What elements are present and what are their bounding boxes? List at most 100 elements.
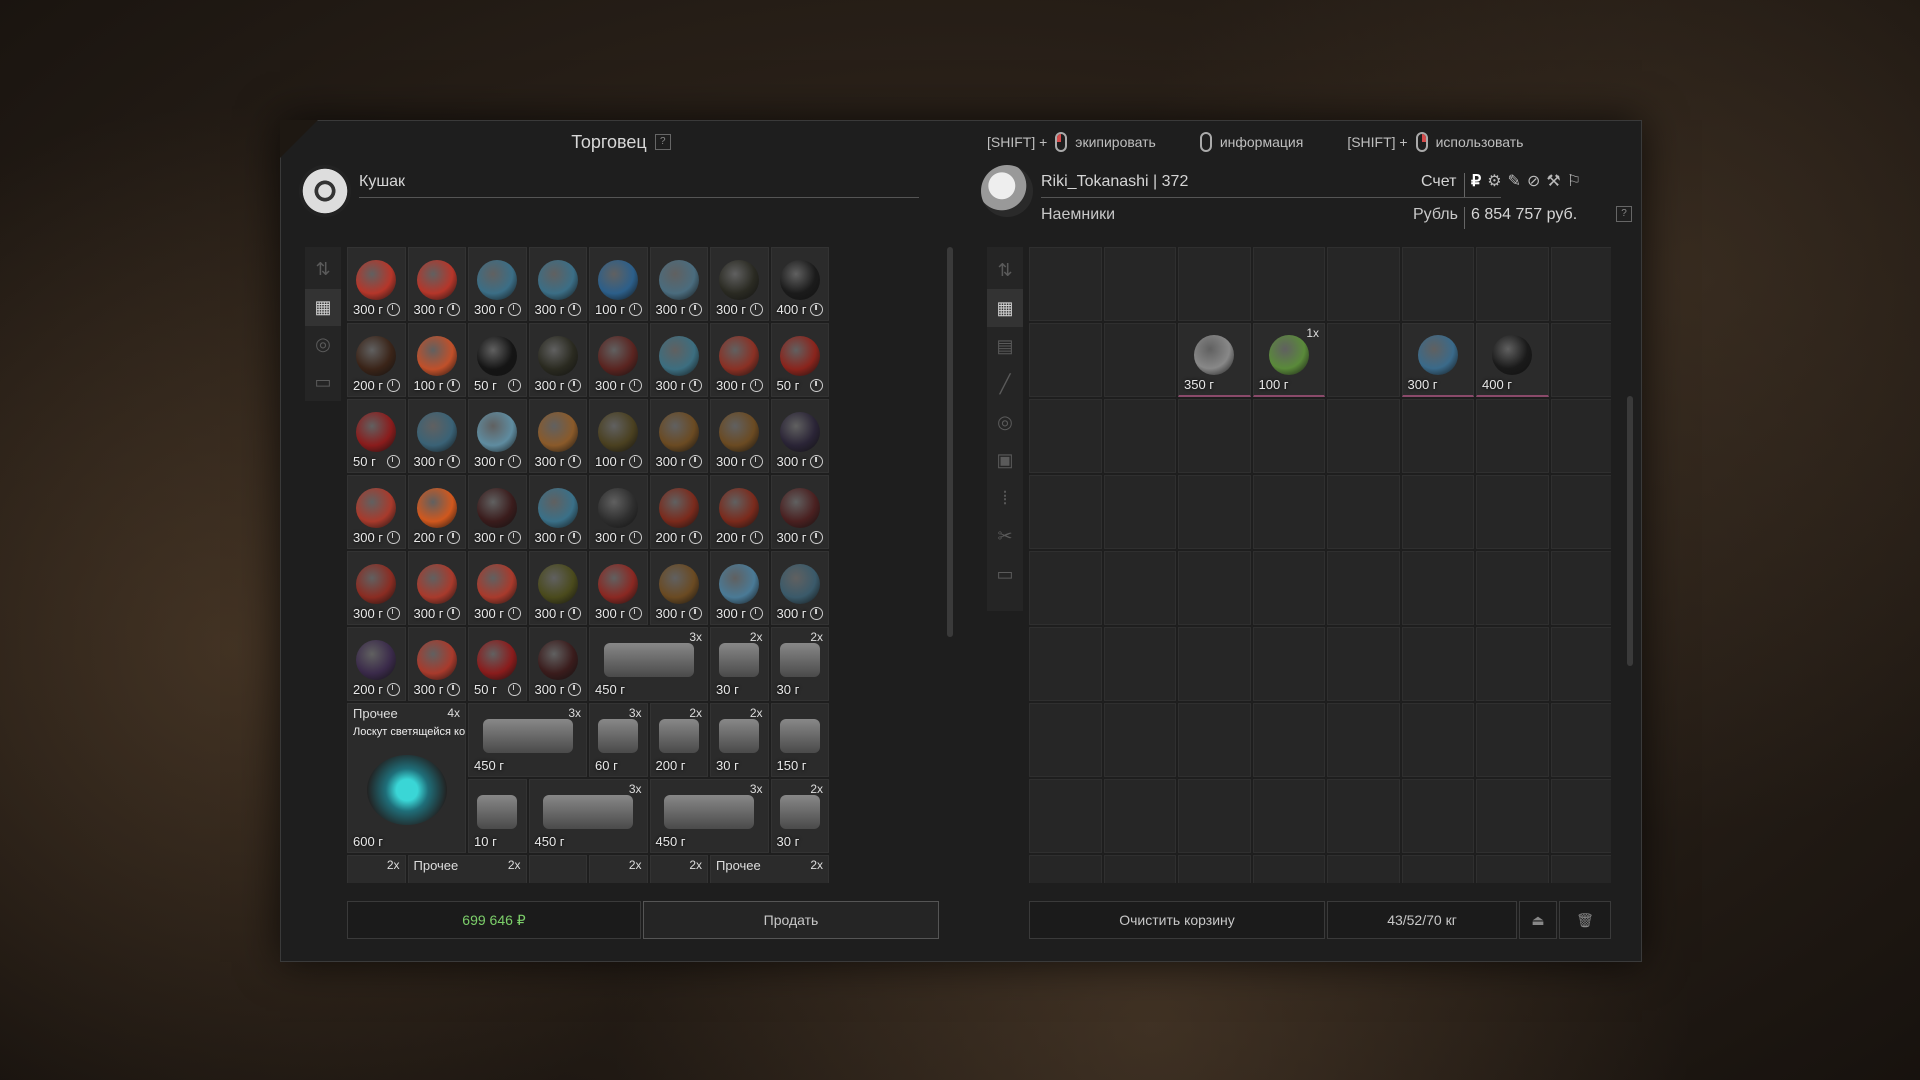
empty-slot[interactable]: [1401, 855, 1474, 883]
inventory-item[interactable]: 30 г 2x: [710, 627, 769, 701]
inventory-item[interactable]: 300 г: [468, 551, 527, 625]
inventory-item[interactable]: 300 г: [528, 323, 587, 397]
empty-slot[interactable]: [1327, 323, 1400, 397]
inventory-item[interactable]: 300 г: [528, 475, 587, 549]
currency-icon[interactable]: ⚙: [1487, 171, 1501, 191]
empty-slot[interactable]: [1476, 627, 1549, 701]
empty-slot[interactable]: [1103, 779, 1176, 853]
cart-scrollbar[interactable]: [1627, 396, 1633, 666]
empty-slot[interactable]: [1550, 551, 1611, 625]
inventory-item[interactable]: 30 г 2x: [770, 627, 829, 701]
inventory-item[interactable]: 300 г: [407, 247, 466, 321]
empty-slot[interactable]: [1401, 475, 1474, 549]
tools-filter-icon[interactable]: ✂: [987, 517, 1023, 555]
empty-slot[interactable]: [1550, 779, 1611, 853]
inventory-item[interactable]: 200 г: [347, 627, 406, 701]
inventory-item[interactable]: Прочее 2x: [710, 855, 829, 883]
empty-slot[interactable]: [1327, 779, 1400, 853]
empty-slot[interactable]: [1029, 551, 1102, 625]
inventory-item[interactable]: 100 г: [589, 247, 648, 321]
inventory-item[interactable]: 300 г: [770, 475, 829, 549]
inventory-item[interactable]: 50 г: [770, 323, 829, 397]
inventory-item[interactable]: 300 г: [770, 399, 829, 473]
inventory-item[interactable]: 300 г: [347, 475, 406, 549]
inventory-item[interactable]: 300 г: [589, 551, 648, 625]
empty-slot[interactable]: [1550, 855, 1611, 883]
empty-slot[interactable]: [1029, 247, 1102, 321]
inventory-item[interactable]: 300 г: [468, 399, 527, 473]
empty-slot[interactable]: [1103, 399, 1176, 473]
balance-help-icon[interactable]: ?: [1616, 206, 1632, 222]
inventory-item[interactable]: 400 г: [770, 247, 829, 321]
empty-slot[interactable]: [1252, 475, 1325, 549]
empty-slot[interactable]: [1029, 703, 1102, 777]
empty-slot[interactable]: [1029, 323, 1102, 397]
empty-slot[interactable]: [1327, 247, 1400, 321]
empty-slot[interactable]: [1327, 703, 1400, 777]
inventory-item[interactable]: 450 г 3x: [528, 779, 648, 853]
weapon-filter-icon[interactable]: ╱: [987, 365, 1023, 403]
inventory-item[interactable]: 100 г 1x: [1252, 323, 1325, 397]
inventory-item[interactable]: 300 г: [770, 551, 829, 625]
inventory-item[interactable]: 50 г: [468, 627, 527, 701]
inventory-item[interactable]: 300 г: [710, 551, 769, 625]
grid-view-icon[interactable]: ▦: [305, 288, 341, 326]
inventory-item[interactable]: 300 г: [407, 627, 466, 701]
inventory-item[interactable]: [528, 855, 587, 883]
inventory-item[interactable]: 450 г 3x: [468, 703, 587, 777]
empty-slot[interactable]: [1252, 779, 1325, 853]
empty-slot[interactable]: [1550, 399, 1611, 473]
inventory-item[interactable]: 30 г 2x: [770, 779, 829, 853]
empty-slot[interactable]: [1029, 855, 1102, 883]
empty-slot[interactable]: [1476, 475, 1549, 549]
empty-slot[interactable]: [1178, 247, 1251, 321]
inventory-item[interactable]: 300 г: [710, 399, 769, 473]
empty-slot[interactable]: [1327, 475, 1400, 549]
currency-icon[interactable]: ✎: [1508, 171, 1521, 191]
empty-slot[interactable]: [1476, 779, 1549, 853]
inventory-item[interactable]: 300 г: [649, 323, 708, 397]
misc-filter-icon[interactable]: ▭: [305, 364, 341, 402]
inventory-item[interactable]: 200 г: [407, 475, 466, 549]
inventory-item[interactable]: 300 г: [407, 399, 466, 473]
trader-scrollbar[interactable]: [947, 247, 953, 637]
inventory-item[interactable]: 300 г: [589, 475, 648, 549]
inventory-item[interactable]: 200 г: [649, 475, 708, 549]
empty-slot[interactable]: [1103, 247, 1176, 321]
empty-slot[interactable]: [1103, 855, 1176, 883]
inventory-item[interactable]: 100 г: [407, 323, 466, 397]
inventory-item[interactable]: 2x: [347, 855, 406, 883]
trash-icon[interactable]: 🗑: [1559, 901, 1611, 939]
empty-slot[interactable]: [1178, 399, 1251, 473]
empty-slot[interactable]: [1029, 627, 1102, 701]
empty-slot[interactable]: [1476, 399, 1549, 473]
sort-icon[interactable]: ⇅: [987, 251, 1023, 289]
ammo-filter-icon[interactable]: ⦙: [987, 479, 1023, 517]
empty-slot[interactable]: [1476, 551, 1549, 625]
inventory-item[interactable]: 300 г: [468, 475, 527, 549]
empty-slot[interactable]: [1327, 627, 1400, 701]
grid-view-icon[interactable]: ▦: [987, 289, 1023, 327]
empty-slot[interactable]: [1401, 627, 1474, 701]
empty-slot[interactable]: [1550, 627, 1611, 701]
empty-slot[interactable]: [1178, 779, 1251, 853]
empty-slot[interactable]: [1178, 475, 1251, 549]
empty-slot[interactable]: [1401, 779, 1474, 853]
empty-slot[interactable]: [1029, 399, 1102, 473]
empty-slot[interactable]: [1476, 855, 1549, 883]
empty-slot[interactable]: [1178, 551, 1251, 625]
empty-slot[interactable]: [1327, 399, 1400, 473]
inventory-item[interactable]: 60 г 3x: [589, 703, 648, 777]
empty-slot[interactable]: [1178, 855, 1251, 883]
inventory-item[interactable]: 300 г: [710, 323, 769, 397]
inventory-item[interactable]: Прочее 2x: [407, 855, 527, 883]
empty-slot[interactable]: [1103, 551, 1176, 625]
device-filter-icon[interactable]: ▣: [987, 441, 1023, 479]
inventory-item[interactable]: 50 г: [347, 399, 406, 473]
inventory-item[interactable]: 450 г 3x: [649, 779, 769, 853]
inventory-item[interactable]: 30 г 2x: [710, 703, 769, 777]
inventory-item[interactable]: 300 г: [528, 627, 587, 701]
inventory-item[interactable]: 300 г: [347, 551, 406, 625]
artifact-filter-icon[interactable]: ◎: [305, 326, 341, 364]
empty-slot[interactable]: [1103, 475, 1176, 549]
